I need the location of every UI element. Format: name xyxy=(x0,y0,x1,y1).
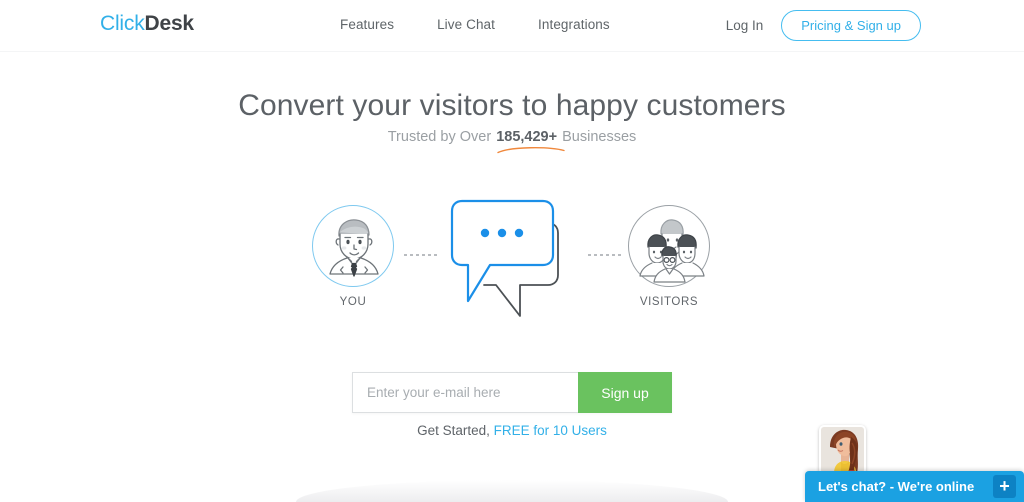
chat-agent-avatar xyxy=(819,425,866,475)
get-started-label: Get Started, xyxy=(417,423,490,438)
typing-dot xyxy=(514,228,524,238)
logo-text-primary: Click xyxy=(100,12,145,35)
agent-photo-avatar xyxy=(821,427,864,473)
nav-item-features[interactable]: Features xyxy=(340,17,394,32)
visitors-label: VISITORS xyxy=(639,296,699,308)
free-trial-link[interactable]: FREE for 10 Users xyxy=(494,423,607,438)
visitors-avatar-circle xyxy=(628,205,710,287)
site-logo[interactable]: ClickDesk xyxy=(100,12,194,36)
logo-text-secondary: Desk xyxy=(144,12,195,35)
connector-line-left xyxy=(404,254,440,256)
nav-item-live-chat[interactable]: Live Chat xyxy=(437,17,495,32)
underline-swoosh-icon xyxy=(497,147,565,154)
hero-subtitle-suffix: Businesses xyxy=(558,129,637,145)
site-header: ClickDesk Features Live Chat Integration… xyxy=(0,0,1024,52)
login-link[interactable]: Log In xyxy=(726,18,764,33)
signup-button[interactable]: Sign up xyxy=(578,372,672,413)
pricing-signup-button[interactable]: Pricing & Sign up xyxy=(781,10,921,41)
hero-subtitle: Trusted by Over 185,429+ Businesses xyxy=(0,129,1024,145)
chat-widget: Let's chat? - We're online + xyxy=(805,425,1024,502)
chat-expand-plus-icon[interactable]: + xyxy=(993,475,1016,498)
chat-bubbles xyxy=(440,183,600,333)
you-avatar-circle xyxy=(312,205,394,287)
hero-subtitle-prefix: Trusted by Over xyxy=(387,129,496,145)
you-label: YOU xyxy=(339,296,367,308)
chat-message-label: Let's chat? - We're online xyxy=(818,479,975,494)
signup-form: Sign up xyxy=(352,372,672,413)
chat-bubbles-icon xyxy=(450,199,559,317)
typing-dot xyxy=(497,228,507,238)
chat-bar[interactable]: Let's chat? - We're online + xyxy=(805,471,1024,502)
group-avatar-icon xyxy=(639,219,705,283)
email-input[interactable] xyxy=(352,372,578,413)
typing-dot xyxy=(480,228,490,238)
nav-item-integrations[interactable]: Integrations xyxy=(538,17,610,32)
landing-page: ClickDesk Features Live Chat Integration… xyxy=(0,0,1024,502)
person-avatar-icon xyxy=(329,219,379,277)
header-actions: Log In Pricing & Sign up xyxy=(726,10,921,41)
hero-illustration: YOU VISITORS xyxy=(0,188,1024,333)
bottom-shadow-band xyxy=(296,480,728,502)
hero-business-count: 185,429+ xyxy=(496,129,558,145)
hero-title: Convert your visitors to happy customers xyxy=(238,89,786,122)
main-navigation: Features Live Chat Integrations xyxy=(340,17,610,32)
